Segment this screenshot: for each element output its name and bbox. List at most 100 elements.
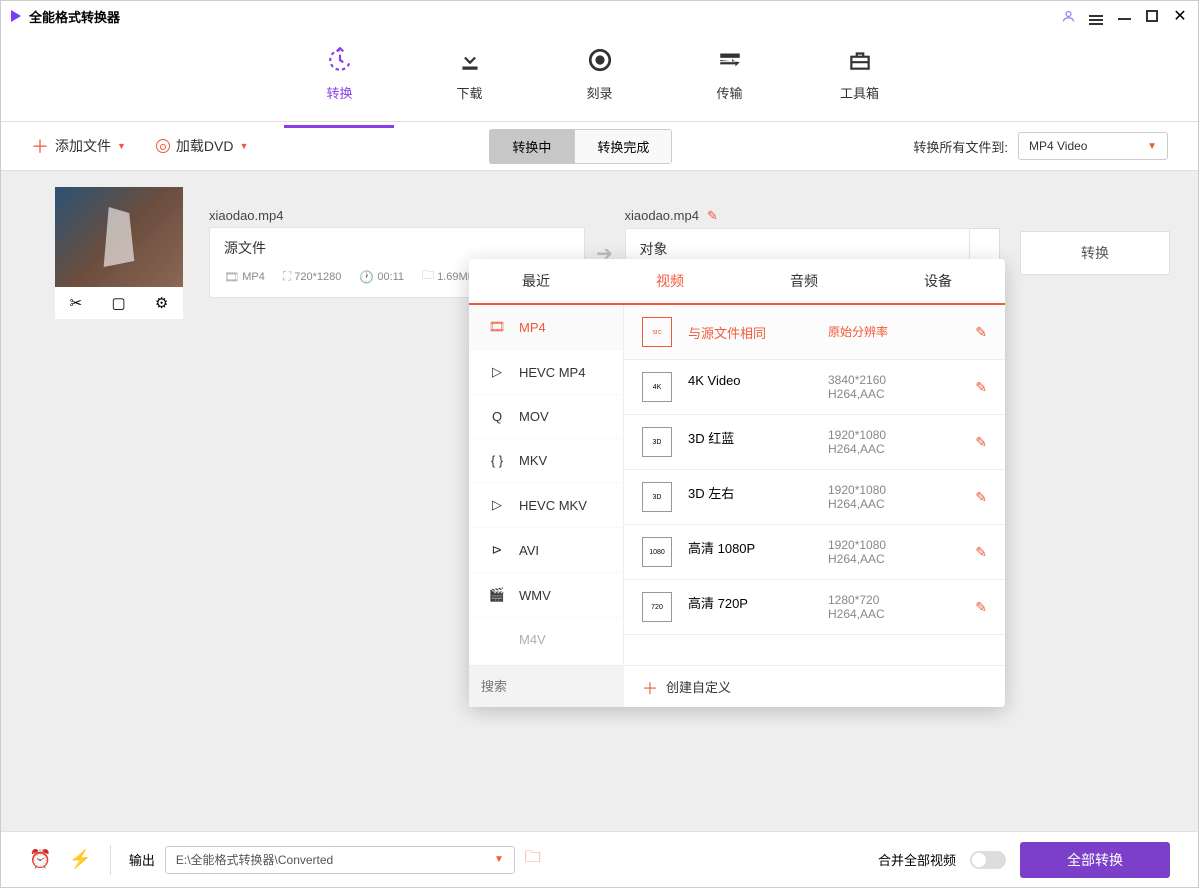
output-label: 输出 xyxy=(129,850,155,869)
film-icon: 🎞 xyxy=(487,319,507,335)
clock-icon: 🕐 xyxy=(359,270,374,284)
app-title: 全能格式转换器 xyxy=(29,7,120,26)
add-file-button[interactable]: ＋ 添加文件 ▼ xyxy=(31,133,126,159)
format-item-wmv[interactable]: 🎬WMV xyxy=(469,573,623,618)
search-input[interactable] xyxy=(469,666,624,707)
preset-list[interactable]: src 与源文件相同原始分辨率 ✎ 4K 4K Video3840*2160H2… xyxy=(624,305,1005,665)
picker-tab-recent[interactable]: 最近 xyxy=(469,259,603,303)
clapper-icon: 🎬 xyxy=(487,587,507,603)
1080p-preset-icon: 1080 xyxy=(642,537,672,567)
tab-toolbox[interactable]: 工具箱 xyxy=(830,45,890,108)
tab-download[interactable]: 下载 xyxy=(440,45,500,108)
schedule-icon[interactable]: ⏰ xyxy=(29,849,51,870)
source-resolution: 720*1280 xyxy=(294,271,341,283)
picker-tab-video[interactable]: 视频 xyxy=(603,259,737,303)
format-item-hevc-mkv[interactable]: ▷HEVC MKV xyxy=(469,483,623,528)
transfer-icon xyxy=(715,45,745,75)
merge-label: 合并全部视频 xyxy=(878,850,956,869)
720p-preset-icon: 720 xyxy=(642,592,672,622)
target-card-title: 对象 xyxy=(640,239,956,259)
segment-converting[interactable]: 转换中 xyxy=(489,129,574,164)
preset-item-4k[interactable]: 4K 4K Video3840*2160H264,AAC ✎ xyxy=(624,360,1005,415)
source-format: MP4 xyxy=(242,271,265,283)
tab-download-label: 下载 xyxy=(456,83,482,102)
output-format-select[interactable]: MP4 Video ▼ xyxy=(1018,132,1168,160)
preset-item-720p[interactable]: 720 高清 720P1280*720H264,AAC ✎ xyxy=(624,580,1005,635)
trim-icon[interactable]: ✂ xyxy=(70,294,83,312)
app-window: 全能格式转换器 ✕ 转换 下载 xyxy=(0,0,1199,888)
edit-preset-icon[interactable]: ✎ xyxy=(975,434,987,451)
format-item-avi[interactable]: ⊳AVI xyxy=(469,528,623,573)
source-preset-icon: src xyxy=(642,317,672,347)
edit-preset-icon[interactable]: ✎ xyxy=(975,324,987,341)
user-icon[interactable] xyxy=(1060,8,1076,24)
format-picker: 最近 视频 音频 设备 🎞MP4 ▷HEVC MP4 QMOV { }MKV ▷… xyxy=(469,259,1005,707)
merge-toggle[interactable] xyxy=(970,851,1006,869)
format-item-mp4[interactable]: 🎞MP4 xyxy=(469,305,623,350)
mkv-icon: { } xyxy=(487,453,507,468)
tab-transfer[interactable]: 传输 xyxy=(700,45,760,108)
maximize-icon[interactable] xyxy=(1144,8,1160,24)
load-dvd-label: 加载DVD xyxy=(176,136,234,156)
output-path-select[interactable]: E:\全能格式转换器\Converted ▼ xyxy=(165,846,515,874)
source-filename: xiaodao.mp4 xyxy=(209,208,283,223)
segment-converted[interactable]: 转换完成 xyxy=(574,129,672,164)
effects-icon[interactable]: ⚙ xyxy=(155,294,168,312)
format-item-m4v[interactable]: M4V xyxy=(469,618,623,662)
plus-icon: ＋ xyxy=(642,675,658,699)
edit-preset-icon[interactable]: ✎ xyxy=(975,489,987,506)
output-format-value: MP4 Video xyxy=(1029,139,1087,153)
minimize-icon[interactable] xyxy=(1116,8,1132,24)
format-item-mkv[interactable]: { }MKV xyxy=(469,439,623,483)
caret-down-icon: ▼ xyxy=(239,141,248,151)
picker-tab-audio[interactable]: 音频 xyxy=(737,259,871,303)
download-icon xyxy=(455,45,485,75)
status-segment: 转换中 转换完成 xyxy=(489,129,672,164)
target-filename: xiaodao.mp4 xyxy=(625,208,699,223)
caret-down-icon: ▼ xyxy=(1147,141,1157,152)
source-duration: 00:11 xyxy=(377,271,404,283)
edit-filename-icon[interactable]: ✎ xyxy=(707,208,718,224)
close-icon[interactable]: ✕ xyxy=(1172,8,1188,24)
menu-icon[interactable] xyxy=(1088,8,1104,24)
tab-burn[interactable]: 刻录 xyxy=(570,45,630,108)
folder-icon: 🗀 xyxy=(422,266,434,287)
edit-preset-icon[interactable]: ✎ xyxy=(975,379,987,396)
edit-preset-icon[interactable]: ✎ xyxy=(975,544,987,561)
convert-all-button[interactable]: 全部转换 xyxy=(1020,842,1170,878)
tab-burn-label: 刻录 xyxy=(586,83,612,102)
caret-down-icon: ▼ xyxy=(494,854,504,865)
crop-icon[interactable]: ▢ xyxy=(111,294,125,312)
film-icon: 🎞 xyxy=(224,270,239,284)
create-custom-button[interactable]: ＋ 创建自定义 xyxy=(624,666,1005,707)
toolbox-icon xyxy=(845,45,875,75)
burn-icon xyxy=(585,45,615,75)
4k-preset-icon: 4K xyxy=(642,372,672,402)
caret-down-icon: ▼ xyxy=(117,141,126,151)
preset-item-3d-rb[interactable]: 3D 3D 红蓝1920*1080H264,AAC ✎ xyxy=(624,415,1005,470)
tab-convert-label: 转换 xyxy=(326,83,352,102)
preset-item-3d-lr[interactable]: 3D 3D 左右1920*1080H264,AAC ✎ xyxy=(624,470,1005,525)
hevc-icon: ▷ xyxy=(487,364,507,380)
resolution-icon: ⛶ xyxy=(283,269,291,284)
thumb-tools: ✂ ▢ ⚙ xyxy=(55,287,183,319)
format-item-hevc-mp4[interactable]: ▷HEVC MP4 xyxy=(469,350,623,395)
load-dvd-button[interactable]: 加载DVD ▼ xyxy=(156,136,248,156)
content-area: ✂ ▢ ⚙ xiaodao.mp4 源文件 🎞MP4 ⛶720*1280 xyxy=(1,171,1198,831)
dvd-icon xyxy=(156,139,170,153)
gpu-accel-icon[interactable]: ⚡ xyxy=(69,849,91,870)
open-folder-icon[interactable]: 🗀 xyxy=(525,846,541,873)
picker-tab-device[interactable]: 设备 xyxy=(871,259,1005,303)
convert-icon xyxy=(325,45,355,75)
edit-preset-icon[interactable]: ✎ xyxy=(975,599,987,616)
preset-item-1080p[interactable]: 1080 高清 1080P1920*1080H264,AAC ✎ xyxy=(624,525,1005,580)
format-item-mov[interactable]: QMOV xyxy=(469,395,623,439)
convert-button[interactable]: 转换 xyxy=(1020,231,1170,275)
tab-convert[interactable]: 转换 xyxy=(310,45,370,108)
output-path-value: E:\全能格式转换器\Converted xyxy=(176,851,333,868)
preset-item-source[interactable]: src 与源文件相同原始分辨率 ✎ xyxy=(624,305,1005,360)
video-thumbnail[interactable] xyxy=(55,187,183,287)
plus-icon: ＋ xyxy=(31,133,49,159)
footer: ⏰ ⚡ 输出 E:\全能格式转换器\Converted ▼ 🗀 合并全部视频 全… xyxy=(1,831,1198,887)
format-list[interactable]: 🎞MP4 ▷HEVC MP4 QMOV { }MKV ▷HEVC MKV ⊳AV… xyxy=(469,305,624,665)
